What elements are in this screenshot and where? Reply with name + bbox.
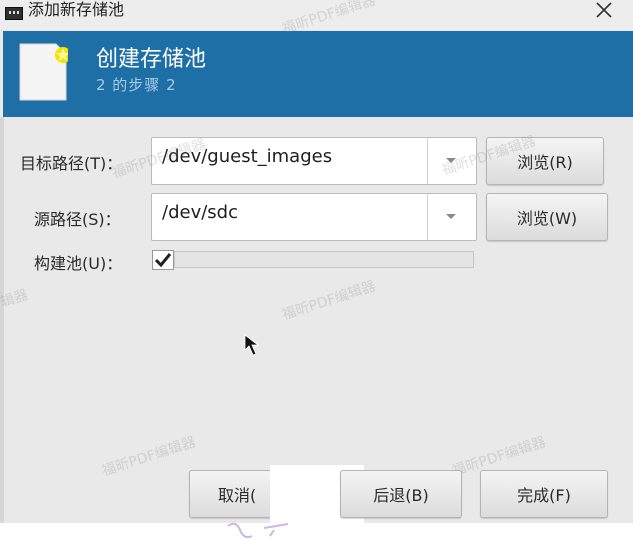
back-button[interactable]: 后退(B) — [340, 470, 462, 518]
browse-target-button[interactable]: 浏览(R) — [486, 137, 604, 185]
mouse-pointer-icon — [244, 334, 260, 356]
source-path-dropdown-button[interactable] — [427, 194, 476, 240]
build-pool-label: 构建池(U)： — [34, 254, 123, 273]
build-pool-checkbox[interactable] — [152, 250, 174, 270]
title-bar: 添加新存储池 — [0, 0, 633, 30]
window-border — [0, 117, 4, 523]
window-title: 添加新存储池 — [28, 0, 125, 19]
check-icon — [154, 253, 172, 268]
annotation-scribble — [227, 522, 289, 539]
chevron-down-icon — [446, 214, 456, 219]
browse-source-button[interactable]: 浏览(W) — [486, 193, 608, 241]
chevron-down-icon — [446, 158, 456, 163]
finish-button[interactable]: 完成(F) — [480, 470, 608, 518]
wizard-step-indicator: 2 的步骤 2 — [96, 76, 177, 94]
source-path-label: 源路径(S)： — [34, 210, 121, 229]
wizard-header: 创建存储池 2 的步骤 2 — [3, 31, 633, 117]
target-path-label: 目标路径(T)： — [20, 154, 123, 173]
target-path-dropdown-button[interactable] — [427, 138, 476, 184]
bottom-edge — [0, 523, 633, 543]
new-document-icon — [19, 43, 68, 101]
source-path-value[interactable]: /dev/sdc — [162, 202, 238, 223]
target-path-combo[interactable]: /dev/guest_images — [151, 137, 477, 185]
close-icon — [596, 2, 612, 18]
checkbox-track — [174, 251, 474, 268]
storage-app-icon — [5, 7, 23, 20]
watermark: 福昕PDF编辑器 — [280, 278, 378, 324]
close-button[interactable] — [592, 0, 616, 22]
wizard-title: 创建存储池 — [96, 47, 207, 72]
watermark: 辑器 — [0, 287, 31, 311]
target-path-value[interactable]: /dev/guest_images — [162, 146, 332, 167]
source-path-combo[interactable]: /dev/sdc — [151, 193, 477, 241]
watermark: 福昕PDF编辑器 — [100, 434, 198, 480]
